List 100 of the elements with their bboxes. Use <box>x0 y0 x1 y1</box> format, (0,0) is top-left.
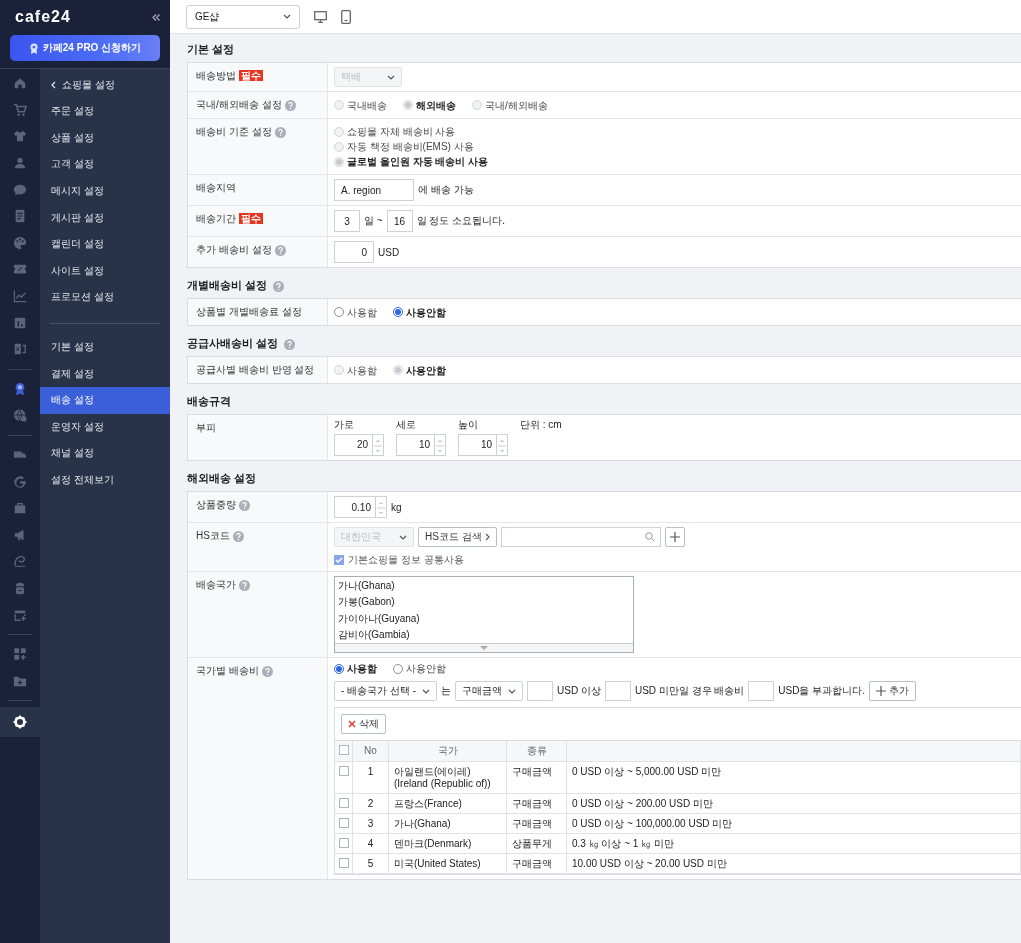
field-label: 공급사별 배송비 반영 설정 <box>196 364 315 376</box>
unit-text: kg <box>391 501 402 513</box>
caret-icon <box>508 688 516 694</box>
table-cell: 0 USD 이상 ~ 200.00 USD 미만 <box>567 794 1021 814</box>
shop-dropdown[interactable]: GE샵 <box>186 4 300 29</box>
phone-icon[interactable] <box>341 9 351 24</box>
radio-option[interactable]: 사용함 <box>334 305 377 319</box>
required-badge: 필수 <box>239 70 263 81</box>
row-checkbox[interactable] <box>338 818 349 828</box>
menu-item[interactable]: 설정 전체보기 <box>40 466 170 494</box>
menu-item[interactable]: 기본 설정 <box>40 333 170 361</box>
menu-item[interactable]: 결제 설정 <box>40 360 170 387</box>
days-from-field[interactable]: 3 <box>334 210 360 232</box>
help-icon[interactable] <box>239 580 250 591</box>
field-label: 부피 <box>196 422 216 434</box>
basis-dropdown[interactable]: 구매금액 <box>455 681 523 701</box>
list-item[interactable]: 가봉(Gabon) <box>338 595 630 609</box>
list-item[interactable]: 가이아나(Guyana) <box>338 611 630 625</box>
pro-button[interactable]: 카페24 PRO 신청하기 <box>10 35 160 61</box>
section-title: 공급사배송비 설정 <box>187 337 279 350</box>
help-icon[interactable] <box>274 245 286 256</box>
monitor-icon[interactable] <box>314 10 327 23</box>
min-field[interactable] <box>527 681 553 701</box>
radio-option[interactable]: 사용안함 <box>393 662 446 675</box>
add-button[interactable] <box>664 527 685 547</box>
search-field[interactable] <box>500 527 661 547</box>
days-to-field[interactable]: 16 <box>386 210 413 232</box>
region-field[interactable]: A. region <box>334 179 414 201</box>
menu-item[interactable]: 배송 설정 <box>40 386 170 414</box>
chevron-icon <box>51 81 56 89</box>
section-title: 배송규격 <box>187 395 231 408</box>
row-checkbox[interactable] <box>338 766 349 776</box>
table-cell: 1 <box>353 762 389 794</box>
stepper-icon[interactable] <box>372 435 383 455</box>
table-cell: 구매금액 <box>507 762 567 794</box>
table-cell: 10.00 USD 이상 ~ 20.00 USD 미만 <box>567 854 1021 874</box>
help-icon[interactable] <box>273 280 285 292</box>
common-info-checkbox[interactable]: 기본쇼핑몰 정보 공통사용 <box>334 553 464 567</box>
help-icon[interactable] <box>239 500 250 511</box>
checkmark-icon <box>335 556 343 564</box>
menu-item[interactable]: 주문 설정 <box>40 98 170 125</box>
max-field[interactable] <box>604 681 631 701</box>
country-list[interactable]: 가나(Ghana) 가봉(Gabon) 가이아나(Guyana) 감비아(Gambia) <box>334 576 634 653</box>
section-title: 해외배송 설정 <box>187 472 257 485</box>
hs-search-button[interactable]: HS코드 검색 <box>418 527 497 547</box>
add-button[interactable]: 추가 <box>869 681 917 701</box>
table-cell: 프랑스(France) <box>389 794 507 814</box>
menu-item[interactable]: 게시판 설정 <box>40 204 170 231</box>
radio-option[interactable]: 사용함 <box>334 662 377 675</box>
logo[interactable]: cafe24 <box>15 8 71 26</box>
suffix-text: 일 정도 소요됩니다. <box>416 214 505 228</box>
menu-item[interactable]: 운영자 설정 <box>40 413 170 441</box>
caret-icon <box>283 14 291 19</box>
field-label: 국내/해외배송 설정 <box>196 99 282 111</box>
separator-text: 일 ~ <box>364 214 383 228</box>
dimension-field[interactable]: 10 <box>396 434 446 456</box>
field-label: 배송비 기준 설정 <box>196 126 272 138</box>
menu-item[interactable]: 채널 설정 <box>40 440 170 467</box>
dimension-label: 높이 <box>458 419 479 431</box>
chevron-icon <box>484 533 490 541</box>
settings-icon[interactable] <box>0 707 40 738</box>
list-item[interactable]: 감비아(Gambia) <box>338 628 630 641</box>
help-icon[interactable] <box>261 666 273 677</box>
menu-item[interactable]: 고객 설정 <box>40 151 170 178</box>
collapse-icon[interactable] <box>152 13 160 21</box>
row-checkbox[interactable] <box>338 858 349 868</box>
help-icon[interactable] <box>284 338 296 350</box>
row-checkbox[interactable] <box>338 838 349 848</box>
list-item[interactable]: 가나(Ghana) <box>338 579 630 592</box>
expand-bar[interactable] <box>335 643 633 652</box>
select-all-checkbox[interactable] <box>338 745 349 755</box>
field-label: 배송방법 <box>196 70 236 82</box>
plus-icon <box>876 686 887 696</box>
menu-item[interactable]: 캘린더 설정 <box>40 230 170 258</box>
menu-item[interactable]: 메시지 설정 <box>40 177 170 205</box>
row-checkbox[interactable] <box>338 798 349 808</box>
delete-button[interactable]: 삭제 <box>341 714 386 734</box>
table-cell: 상품무게 <box>507 834 567 854</box>
column-header: No <box>353 741 389 762</box>
dimension-field[interactable]: 20 <box>334 434 384 456</box>
stepper-icon[interactable] <box>375 497 386 517</box>
table-cell: 가나(Ghana) <box>389 814 507 834</box>
required-badge: 필수 <box>239 213 263 224</box>
field-label: 배송기간 <box>196 213 236 225</box>
radio-option[interactable]: 사용안함 <box>393 305 446 319</box>
menu-item[interactable]: 프로모션 설정 <box>40 284 170 311</box>
help-icon[interactable] <box>232 531 244 542</box>
table-cell: 덴마크(Denmark) <box>389 834 507 854</box>
table-cell: 구매금액 <box>507 854 567 874</box>
stepper-icon[interactable] <box>434 435 445 455</box>
country-dropdown[interactable]: - 배송국가 선택 - <box>334 681 437 701</box>
fee-field[interactable]: 0 <box>334 241 374 263</box>
menu-item[interactable]: 사이트 설정 <box>40 257 170 285</box>
suffix-text: 에 배송 가능 <box>418 183 474 197</box>
stepper-icon[interactable] <box>496 435 507 455</box>
weight-field[interactable]: 0.10 <box>334 496 387 518</box>
menu-item[interactable]: 상품 설정 <box>40 124 170 152</box>
fee-field[interactable] <box>748 681 775 701</box>
back-link[interactable]: 쇼핑몰 설정 <box>40 72 170 98</box>
dimension-field[interactable]: 10 <box>458 434 508 456</box>
